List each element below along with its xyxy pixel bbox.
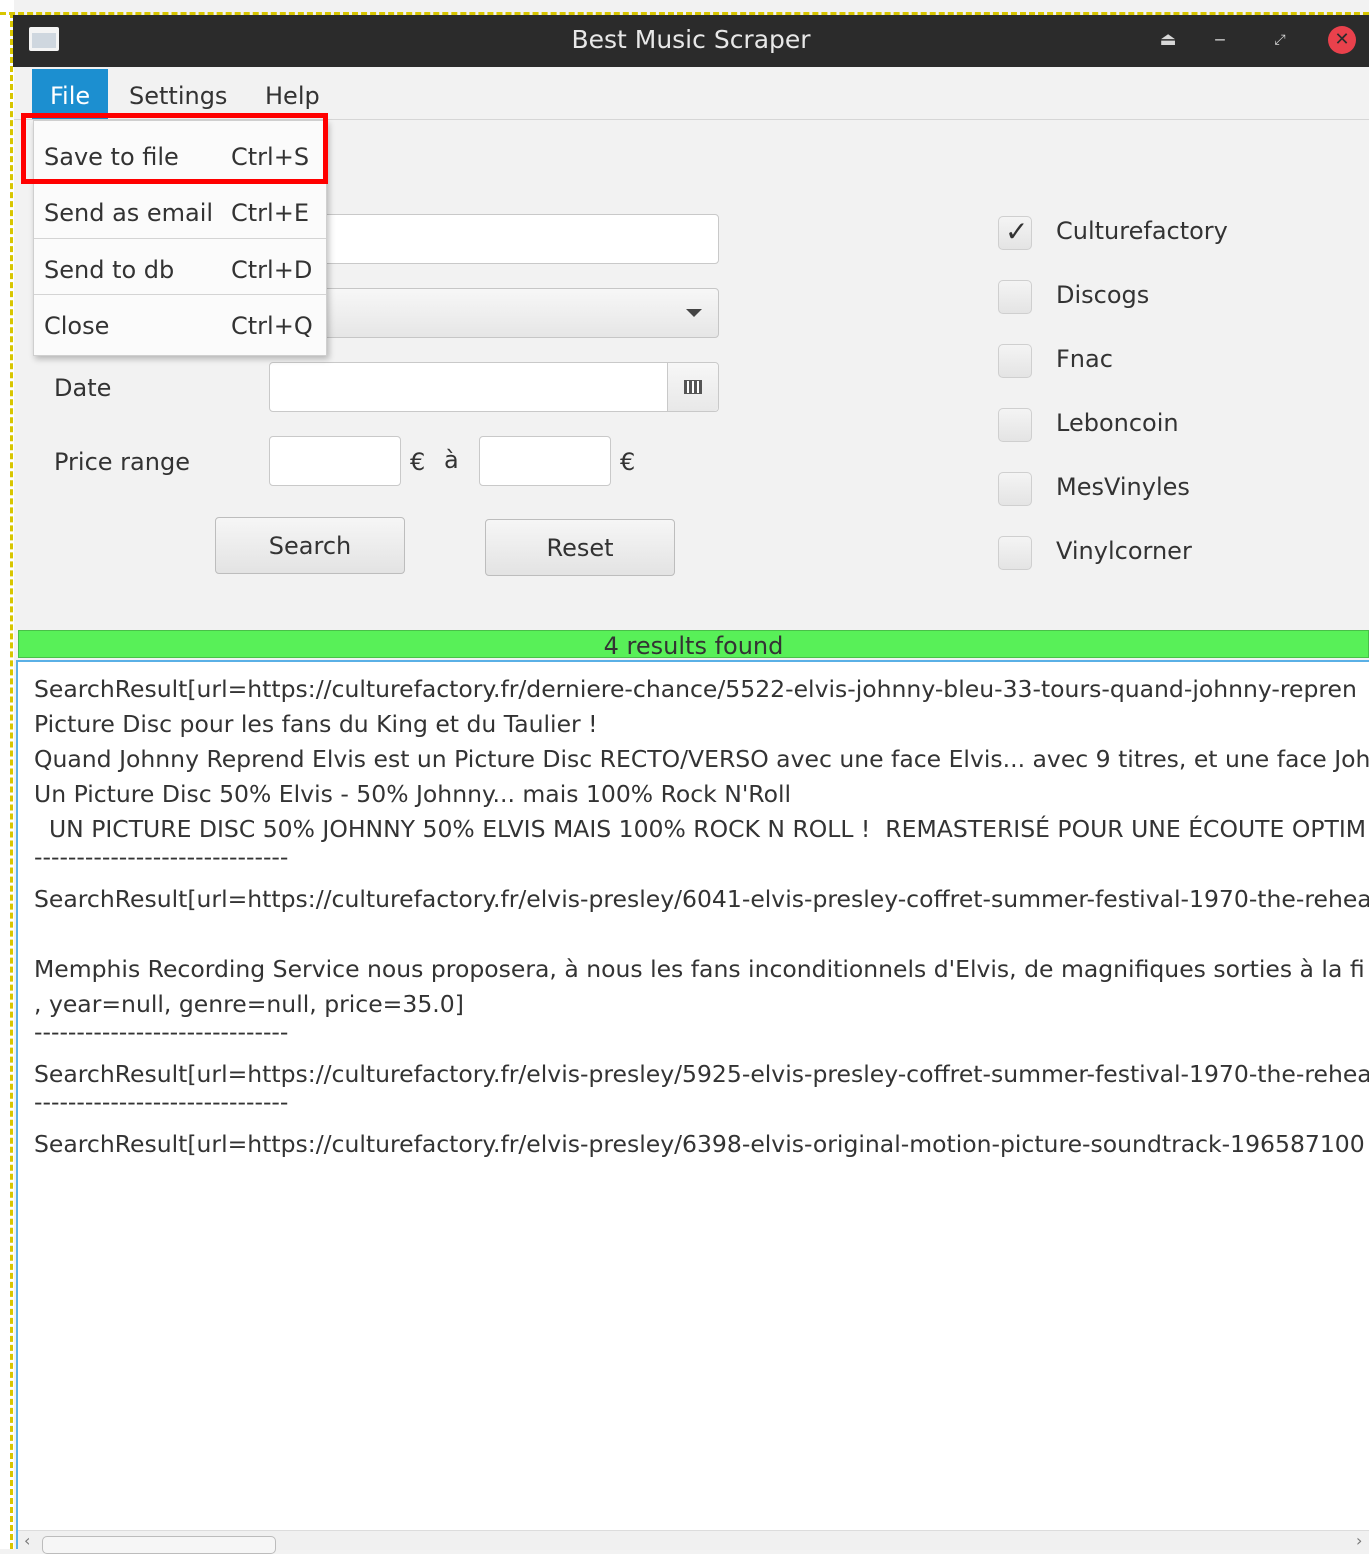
calendar-icon xyxy=(684,380,702,394)
result-separator: ------------------------------ xyxy=(34,1088,289,1116)
menu-item-close[interactable]: Close Ctrl+Q xyxy=(34,296,326,352)
result-line: SearchResult[url=https://culturefactory.… xyxy=(34,1130,1365,1158)
close-icon: ✕ xyxy=(1334,29,1350,50)
checkmark-icon: ✓ xyxy=(1005,215,1029,248)
results-textarea[interactable]: SearchResult[url=https://culturefactory.… xyxy=(16,660,1369,1549)
range-separator: à xyxy=(444,446,459,474)
result-line: SearchResult[url=https://culturefactory.… xyxy=(34,885,1369,913)
menu-file[interactable]: File xyxy=(32,69,109,119)
source-label: MesVinyles xyxy=(1056,473,1190,501)
result-line: Memphis Recording Service nous proposera… xyxy=(34,955,1365,983)
source-label: Vinylcorner xyxy=(1056,537,1192,565)
result-line: SearchResult[url=https://culturefactory.… xyxy=(34,675,1357,703)
source-label: Discogs xyxy=(1056,281,1150,309)
scrollbar-thumb[interactable] xyxy=(42,1536,276,1554)
progress-bar: 4 results found xyxy=(18,630,1369,660)
date-input[interactable] xyxy=(269,362,719,412)
menu-item-send-as-email[interactable]: Send as email Ctrl+E xyxy=(34,183,326,239)
results-count: 4 results found xyxy=(603,632,784,660)
capture-border-left xyxy=(10,12,13,1549)
highlight-annotation xyxy=(21,113,328,184)
menu-item-shortcut: Ctrl+Q xyxy=(231,312,313,340)
menu-item-shortcut: Ctrl+E xyxy=(231,199,309,227)
artist-input[interactable]: s xyxy=(269,214,719,264)
menu-item-send-to-db[interactable]: Send to db Ctrl+D xyxy=(34,240,326,296)
menu-divider xyxy=(34,294,326,295)
menu-item-label: Close xyxy=(44,312,110,340)
restore-icon: ⤢ xyxy=(1274,32,1286,48)
chevron-down-icon xyxy=(686,309,702,317)
currency-symbol-max: € xyxy=(620,448,636,476)
source-label: Culturefactory xyxy=(1056,217,1228,245)
search-button[interactable]: Search xyxy=(215,517,405,574)
scroll-left-icon[interactable]: ‹ xyxy=(24,1531,30,1550)
maximize-button[interactable]: ⤢ xyxy=(1265,25,1295,55)
source-label: Fnac xyxy=(1056,345,1113,373)
result-line: Quand Johnny Reprend Elvis est un Pictur… xyxy=(34,745,1369,773)
menu-settings[interactable]: Settings xyxy=(111,69,245,119)
source-label: Leboncoin xyxy=(1056,409,1179,437)
result-line: UN PICTURE DISC 50% JOHNNY 50% ELVIS MAI… xyxy=(34,815,1367,843)
menu-help[interactable]: Help xyxy=(247,69,338,119)
minimize-icon: ‒ xyxy=(1214,29,1226,50)
close-window-button[interactable]: ✕ xyxy=(1328,26,1356,54)
price-max-input[interactable] xyxy=(479,436,611,486)
result-separator: ------------------------------ xyxy=(34,1018,289,1046)
result-line: , year=null, genre=null, price=35.0] xyxy=(34,990,464,1018)
date-label: Date xyxy=(54,374,112,402)
menu-divider xyxy=(34,238,326,239)
category-select[interactable] xyxy=(269,288,719,338)
currency-symbol-min: € xyxy=(410,448,426,476)
scroll-right-icon[interactable]: › xyxy=(1356,1531,1362,1550)
checkbox-culturefactory[interactable]: ✓ xyxy=(998,215,1032,250)
checkbox-mesvinyles[interactable] xyxy=(998,472,1032,506)
result-separator: ------------------------------ xyxy=(34,843,289,871)
result-line: Picture Disc pour les fans du King et du… xyxy=(34,710,598,738)
price-min-input[interactable] xyxy=(269,436,401,486)
shade-button[interactable]: ⏏ xyxy=(1153,25,1183,55)
reset-button[interactable]: Reset xyxy=(485,519,675,576)
menu-item-label: Send to db xyxy=(44,256,175,284)
checkbox-discogs[interactable] xyxy=(998,280,1032,314)
checkbox-vinylcorner[interactable] xyxy=(998,536,1032,570)
eject-icon: ⏏ xyxy=(1159,29,1177,50)
horizontal-scrollbar[interactable]: ‹ › xyxy=(18,1530,1369,1554)
menu-item-label: Send as email xyxy=(44,199,214,227)
date-picker-button[interactable] xyxy=(667,363,718,411)
result-line: SearchResult[url=https://culturefactory.… xyxy=(34,1060,1369,1088)
result-line: Un Picture Disc 50% Elvis - 50% Johnny..… xyxy=(34,780,792,808)
menu-item-shortcut: Ctrl+D xyxy=(231,256,313,284)
price-range-label: Price range xyxy=(54,448,190,476)
checkbox-fnac[interactable] xyxy=(998,344,1032,378)
minimize-button[interactable]: ‒ xyxy=(1205,25,1235,55)
checkbox-leboncoin[interactable] xyxy=(998,408,1032,442)
window-titlebar: Best Music Scraper ⏏ ‒ ⤢ ✕ xyxy=(13,15,1369,67)
